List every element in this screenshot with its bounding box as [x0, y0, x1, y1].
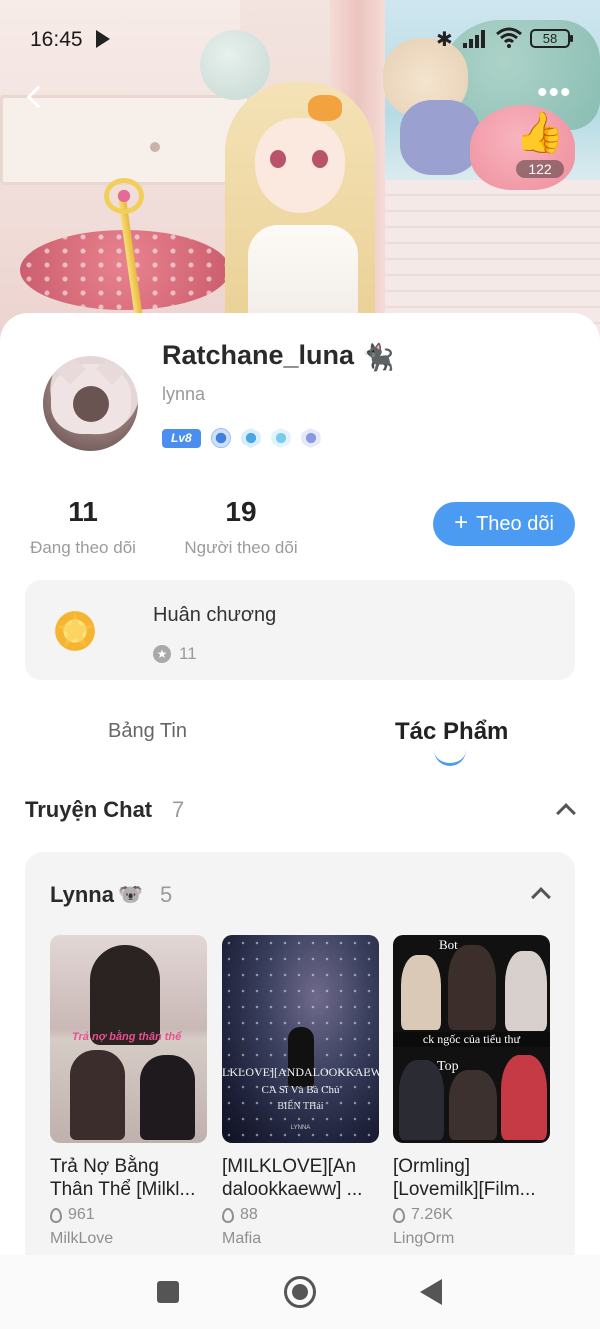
medals-card[interactable]: Huân chương ★ 11 — [25, 580, 575, 680]
chevron-left-icon — [26, 85, 50, 109]
banner-avatar-face — [255, 118, 345, 213]
group-count: 5 — [160, 882, 173, 907]
following-count: 11 — [68, 496, 98, 527]
story-cover: Trả nợ bằng thân thể — [50, 935, 207, 1143]
like-count: 122 — [516, 160, 564, 178]
cover-text: BIẾN THái — [277, 1101, 324, 1112]
story-view-count: 7.26K — [411, 1206, 453, 1223]
medals-count: 11 — [179, 644, 197, 663]
status-time: 16:45 — [30, 28, 83, 51]
story-card[interactable]: LKLOVE][ANDALOOKKAEW CA Sĩ Và Bà Chủ BIẾ… — [222, 935, 379, 1248]
story-category: LingOrm — [393, 1230, 455, 1247]
followers-count: 19 — [225, 496, 257, 527]
followers-label: Người theo dõi — [184, 538, 298, 557]
story-card[interactable]: Bot ck ngốc của tiểu thư Top [Ormling] [… — [393, 935, 550, 1248]
banner-wand-head — [104, 178, 144, 214]
cover-figure — [505, 951, 547, 1031]
star-icon: ★ — [153, 645, 171, 663]
story-title: [Ormling] [Lovemilk][Film... — [393, 1156, 536, 1200]
fire-icon — [50, 1207, 62, 1223]
system-back-button[interactable] — [420, 1279, 442, 1305]
story-view-count: 961 — [68, 1206, 95, 1223]
cover-text: LYNNA — [290, 1125, 311, 1131]
cover-text: CA Sĩ Và Bà Chủ — [261, 1084, 340, 1096]
cover-figure — [401, 955, 441, 1030]
level-badge[interactable]: Lv8 — [162, 428, 201, 448]
story-view-count: 88 — [240, 1206, 258, 1223]
story-cover: LKLOVE][ANDALOOKKAEW CA Sĩ Và Bà Chủ BIẾ… — [222, 935, 379, 1143]
cover-figure — [70, 1050, 125, 1140]
cover-figure — [501, 1055, 547, 1140]
battery-indicator: 58 — [530, 29, 573, 48]
more-options-icon[interactable]: ••• — [537, 78, 577, 108]
story-category: MilkLove — [50, 1230, 114, 1247]
badge-row: Lv8 — [162, 428, 321, 448]
medals-count-row: ★ 11 — [153, 644, 197, 664]
tab-works[interactable]: Tác Phẩm — [395, 718, 508, 746]
cover-figure — [90, 945, 160, 1045]
cover-text: LKLOVE][ANDALOOKKAEW — [222, 1065, 379, 1079]
fire-icon — [393, 1207, 405, 1223]
sun-medal-icon — [52, 608, 98, 654]
section-title: Truyện Chat — [25, 797, 153, 822]
story-views: 961 — [50, 1206, 207, 1224]
banner-avatar-eye — [312, 150, 328, 168]
user-handle: lynna — [162, 384, 206, 404]
story-title: Trả Nợ Bằng Thân Thể [Milkl... — [50, 1156, 196, 1200]
cover-figure — [448, 945, 496, 1030]
banner-avatar-bow — [308, 95, 342, 121]
story-title: [MILKLOVE][An dalookkaeww] ... — [222, 1156, 363, 1200]
like-button[interactable]: 👍 122 — [512, 110, 568, 182]
following-label: Đang theo dõi — [30, 538, 136, 557]
banner-teddy-body — [400, 100, 480, 175]
avatar-face — [73, 386, 109, 422]
badge-shield-icon[interactable] — [270, 428, 291, 448]
username: Ratchane_luna — [162, 340, 355, 370]
badge-medal-icon[interactable] — [210, 428, 231, 448]
cover-text: Trả nợ bằng thân thể — [72, 1031, 182, 1043]
badge-shield-icon[interactable] — [300, 428, 321, 448]
plus-icon: + — [454, 508, 469, 536]
followers-stat[interactable]: 19 Người theo dõi — [178, 496, 304, 558]
cover-figure — [449, 1070, 497, 1140]
bluetooth-icon: ✱ — [436, 29, 453, 51]
follow-button-label: Theo dõi — [476, 512, 554, 535]
cover-text: Top — [437, 1059, 459, 1074]
story-views: 88 — [222, 1206, 379, 1224]
medals-title: Huân chương — [153, 604, 277, 626]
cover-figure — [140, 1055, 195, 1140]
section-count: 7 — [172, 797, 185, 822]
black-cat-icon: 🐈‍⬛ — [362, 342, 395, 372]
banner-avatar-eye — [270, 150, 286, 168]
fire-icon — [222, 1207, 234, 1223]
thumbs-up-icon: 👍 — [515, 111, 565, 155]
banner-drawer-knob — [150, 142, 160, 152]
badge-shield-icon[interactable] — [240, 428, 261, 448]
story-card[interactable]: Trả nợ bằng thân thể Trả Nợ Bằng Thân Th… — [50, 935, 207, 1248]
group-title: Lynna — [50, 882, 114, 907]
play-store-icon — [96, 30, 110, 48]
follow-button[interactable]: + Theo dõi — [433, 502, 575, 546]
signal-icon — [463, 30, 491, 48]
wifi-icon — [496, 27, 522, 48]
following-stat[interactable]: 11 Đang theo dõi — [25, 496, 141, 558]
avatar[interactable] — [43, 356, 138, 451]
cover-text: ck ngốc của tiểu thư — [393, 1032, 550, 1047]
home-button[interactable] — [284, 1276, 316, 1308]
story-views: 7.26K — [393, 1206, 550, 1224]
koala-icon: 🐨 — [118, 884, 143, 906]
back-button[interactable] — [20, 82, 52, 114]
recent-apps-button[interactable] — [157, 1281, 179, 1303]
cover-text: Bot — [439, 937, 458, 952]
status-bar: 16:45 ✱ 58 — [0, 0, 600, 76]
tab-feed[interactable]: Bảng Tin — [108, 720, 187, 743]
story-category: Mafia — [222, 1230, 262, 1247]
story-cover: Bot ck ngốc của tiểu thư Top — [393, 935, 550, 1143]
